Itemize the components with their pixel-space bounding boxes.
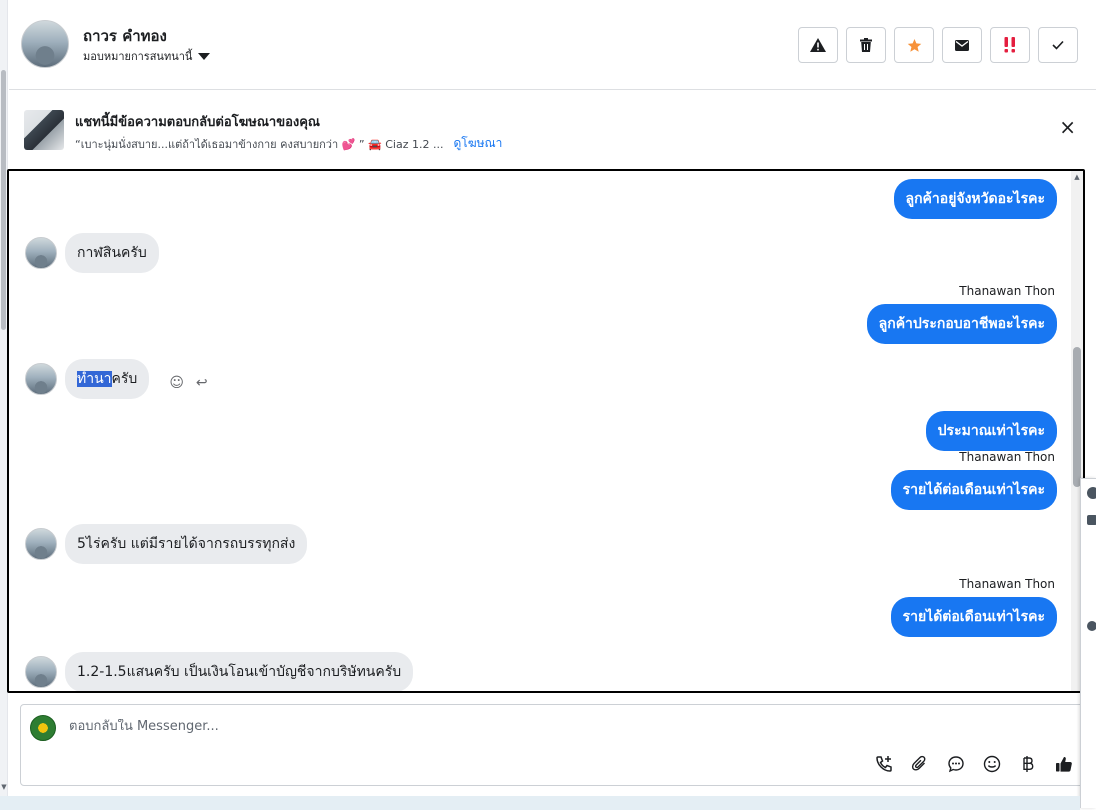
star-button[interactable] xyxy=(894,27,934,63)
assign-conversation-dropdown[interactable]: มอบหมายการสนทนานี้ xyxy=(83,47,211,65)
conversation-toolbar xyxy=(798,27,1078,63)
message-bubble[interactable]: รายได้ต่อเดือนเท่าไรคะ xyxy=(890,597,1057,637)
message-bubble[interactable]: ลูกค้าประกอบอาชีพอะไรคะ xyxy=(866,304,1057,344)
message-bubble[interactable]: ประมาณเท่าไรคะ xyxy=(925,411,1057,451)
outgoing-message: Thanawan Thon ลูกค้าประกอบอาชีพอะไรคะ xyxy=(866,284,1057,344)
conversation-header: ถาวร คำทอง มอบหมายการสนทนานี้ xyxy=(9,0,1096,90)
message-bubble[interactable]: 1.2-1.5แสนครับ เป็นเงินโอนเข้าบัญชีจากบร… xyxy=(65,652,414,691)
incoming-message: 5ไร่ครับ แต่มีรายได้จากรถบรรทุกส่ง xyxy=(25,524,308,564)
message-bubble[interactable]: 5ไร่ครับ แต่มีรายได้จากรถบรรทุกส่ง xyxy=(65,524,308,564)
star-icon xyxy=(907,38,921,52)
ad-banner-subtitle: “เบาะนุ่มนั่งสบาย...แต่ถ้าได้เธอมาข้างกา… xyxy=(75,137,444,151)
double-exclamation-icon xyxy=(1004,37,1015,53)
ad-thumb-small[interactable] xyxy=(1087,515,1096,525)
follow-up-button[interactable] xyxy=(990,27,1030,63)
assign-label: มอบหมายการสนทนานี้ xyxy=(83,50,193,63)
paperclip-icon[interactable] xyxy=(909,753,931,775)
sender-name: Thanawan Thon xyxy=(959,450,1055,464)
scroll-up-arrow-icon[interactable]: ▲ xyxy=(1072,173,1082,181)
incoming-message: 1.2-1.5แสนครับ เป็นเงินโอนเข้าบัญชีจากบร… xyxy=(25,652,414,691)
trash-icon xyxy=(860,38,872,52)
selected-text: ทำนา xyxy=(77,371,112,387)
message-bubble[interactable]: ทำนาครับ xyxy=(65,359,150,399)
ad-reply-banner: แชทนี้มีข้อความตอบกลับต่อโฆษณาของคุณ “เบ… xyxy=(9,90,1096,168)
sender-avatar[interactable] xyxy=(25,528,57,560)
ad-thumbnail[interactable] xyxy=(24,110,64,150)
sender-name: Thanawan Thon xyxy=(959,284,1055,298)
close-icon[interactable]: × xyxy=(1059,117,1076,137)
message-actions: ☺ ↩ xyxy=(169,375,207,391)
message-bubble[interactable]: ลูกค้าอยู่จังหวัดอะไรคะ xyxy=(893,179,1057,219)
incoming-message: กาฬสินครับ xyxy=(25,233,159,273)
delete-button[interactable] xyxy=(846,27,886,63)
incoming-message: ทำนาครับ ☺ ↩ xyxy=(25,359,208,399)
sender-avatar[interactable] xyxy=(25,363,57,395)
baht-payment-icon[interactable] xyxy=(1017,753,1039,775)
page-bottom-bar xyxy=(0,796,1080,810)
outgoing-message: ลูกค้าอยู่จังหวัดอะไรคะ xyxy=(893,179,1057,219)
thread-scrollbar-thumb[interactable] xyxy=(1073,347,1081,487)
left-scrollbar-thumb[interactable] xyxy=(1,70,6,330)
outgoing-message: ประมาณเท่าไรคะ xyxy=(925,411,1057,451)
scroll-down-arrow-icon[interactable]: ▼ xyxy=(0,783,8,791)
ad-banner-title: แชทนี้มีข้อความตอบกลับต่อโฆษณาของคุณ xyxy=(75,115,320,130)
report-spam-button[interactable] xyxy=(798,27,838,63)
page-avatar xyxy=(30,715,56,741)
mark-unread-button[interactable] xyxy=(942,27,982,63)
call-add-icon[interactable] xyxy=(873,753,895,775)
ad-banner-subtitle-row: “เบาะนุ่มนั่งสบาย...แต่ถ้าได้เธอมาข้างกา… xyxy=(75,134,502,153)
message-text: ครับ xyxy=(111,371,138,387)
outgoing-message: Thanawan Thon รายได้ต่อเดือนเท่าไรคะ xyxy=(890,577,1057,637)
reply-arrow-icon[interactable]: ↩ xyxy=(196,375,208,391)
emoji-icon[interactable] xyxy=(981,753,1003,775)
sender-name: Thanawan Thon xyxy=(959,577,1055,591)
contact-avatar-thumb[interactable] xyxy=(1087,487,1096,499)
contact-name[interactable]: ถาวร คำทอง xyxy=(83,24,167,48)
envelope-icon xyxy=(955,39,969,51)
message-bubble[interactable]: กาฬสินครับ xyxy=(65,233,159,273)
side-popout-panel[interactable] xyxy=(1080,478,1096,808)
reply-input[interactable] xyxy=(69,719,669,734)
warning-icon xyxy=(810,38,826,52)
caret-down-icon xyxy=(198,52,211,60)
composer-actions xyxy=(873,753,1075,775)
check-icon xyxy=(1052,40,1064,50)
reply-composer xyxy=(20,704,1088,786)
message-bubble[interactable]: รายได้ต่อเดือนเท่าไรคะ xyxy=(890,470,1057,510)
thumbs-up-icon[interactable] xyxy=(1053,753,1075,775)
contact-avatar[interactable] xyxy=(21,20,69,68)
sender-avatar[interactable] xyxy=(25,656,57,688)
smiley-react-icon[interactable]: ☺ xyxy=(169,375,184,391)
chat-bubble-icon[interactable] xyxy=(945,753,967,775)
sender-avatar[interactable] xyxy=(25,237,57,269)
view-ad-link[interactable]: ดูโฆษณา xyxy=(453,134,502,153)
message-thread[interactable]: ลูกค้าอยู่จังหวัดอะไรคะ กาฬสินครับ Thana… xyxy=(7,169,1085,693)
mark-done-button[interactable] xyxy=(1038,27,1078,63)
contact-avatar-thumb[interactable] xyxy=(1087,621,1096,631)
outgoing-message: Thanawan Thon รายได้ต่อเดือนเท่าไรคะ xyxy=(890,450,1057,510)
